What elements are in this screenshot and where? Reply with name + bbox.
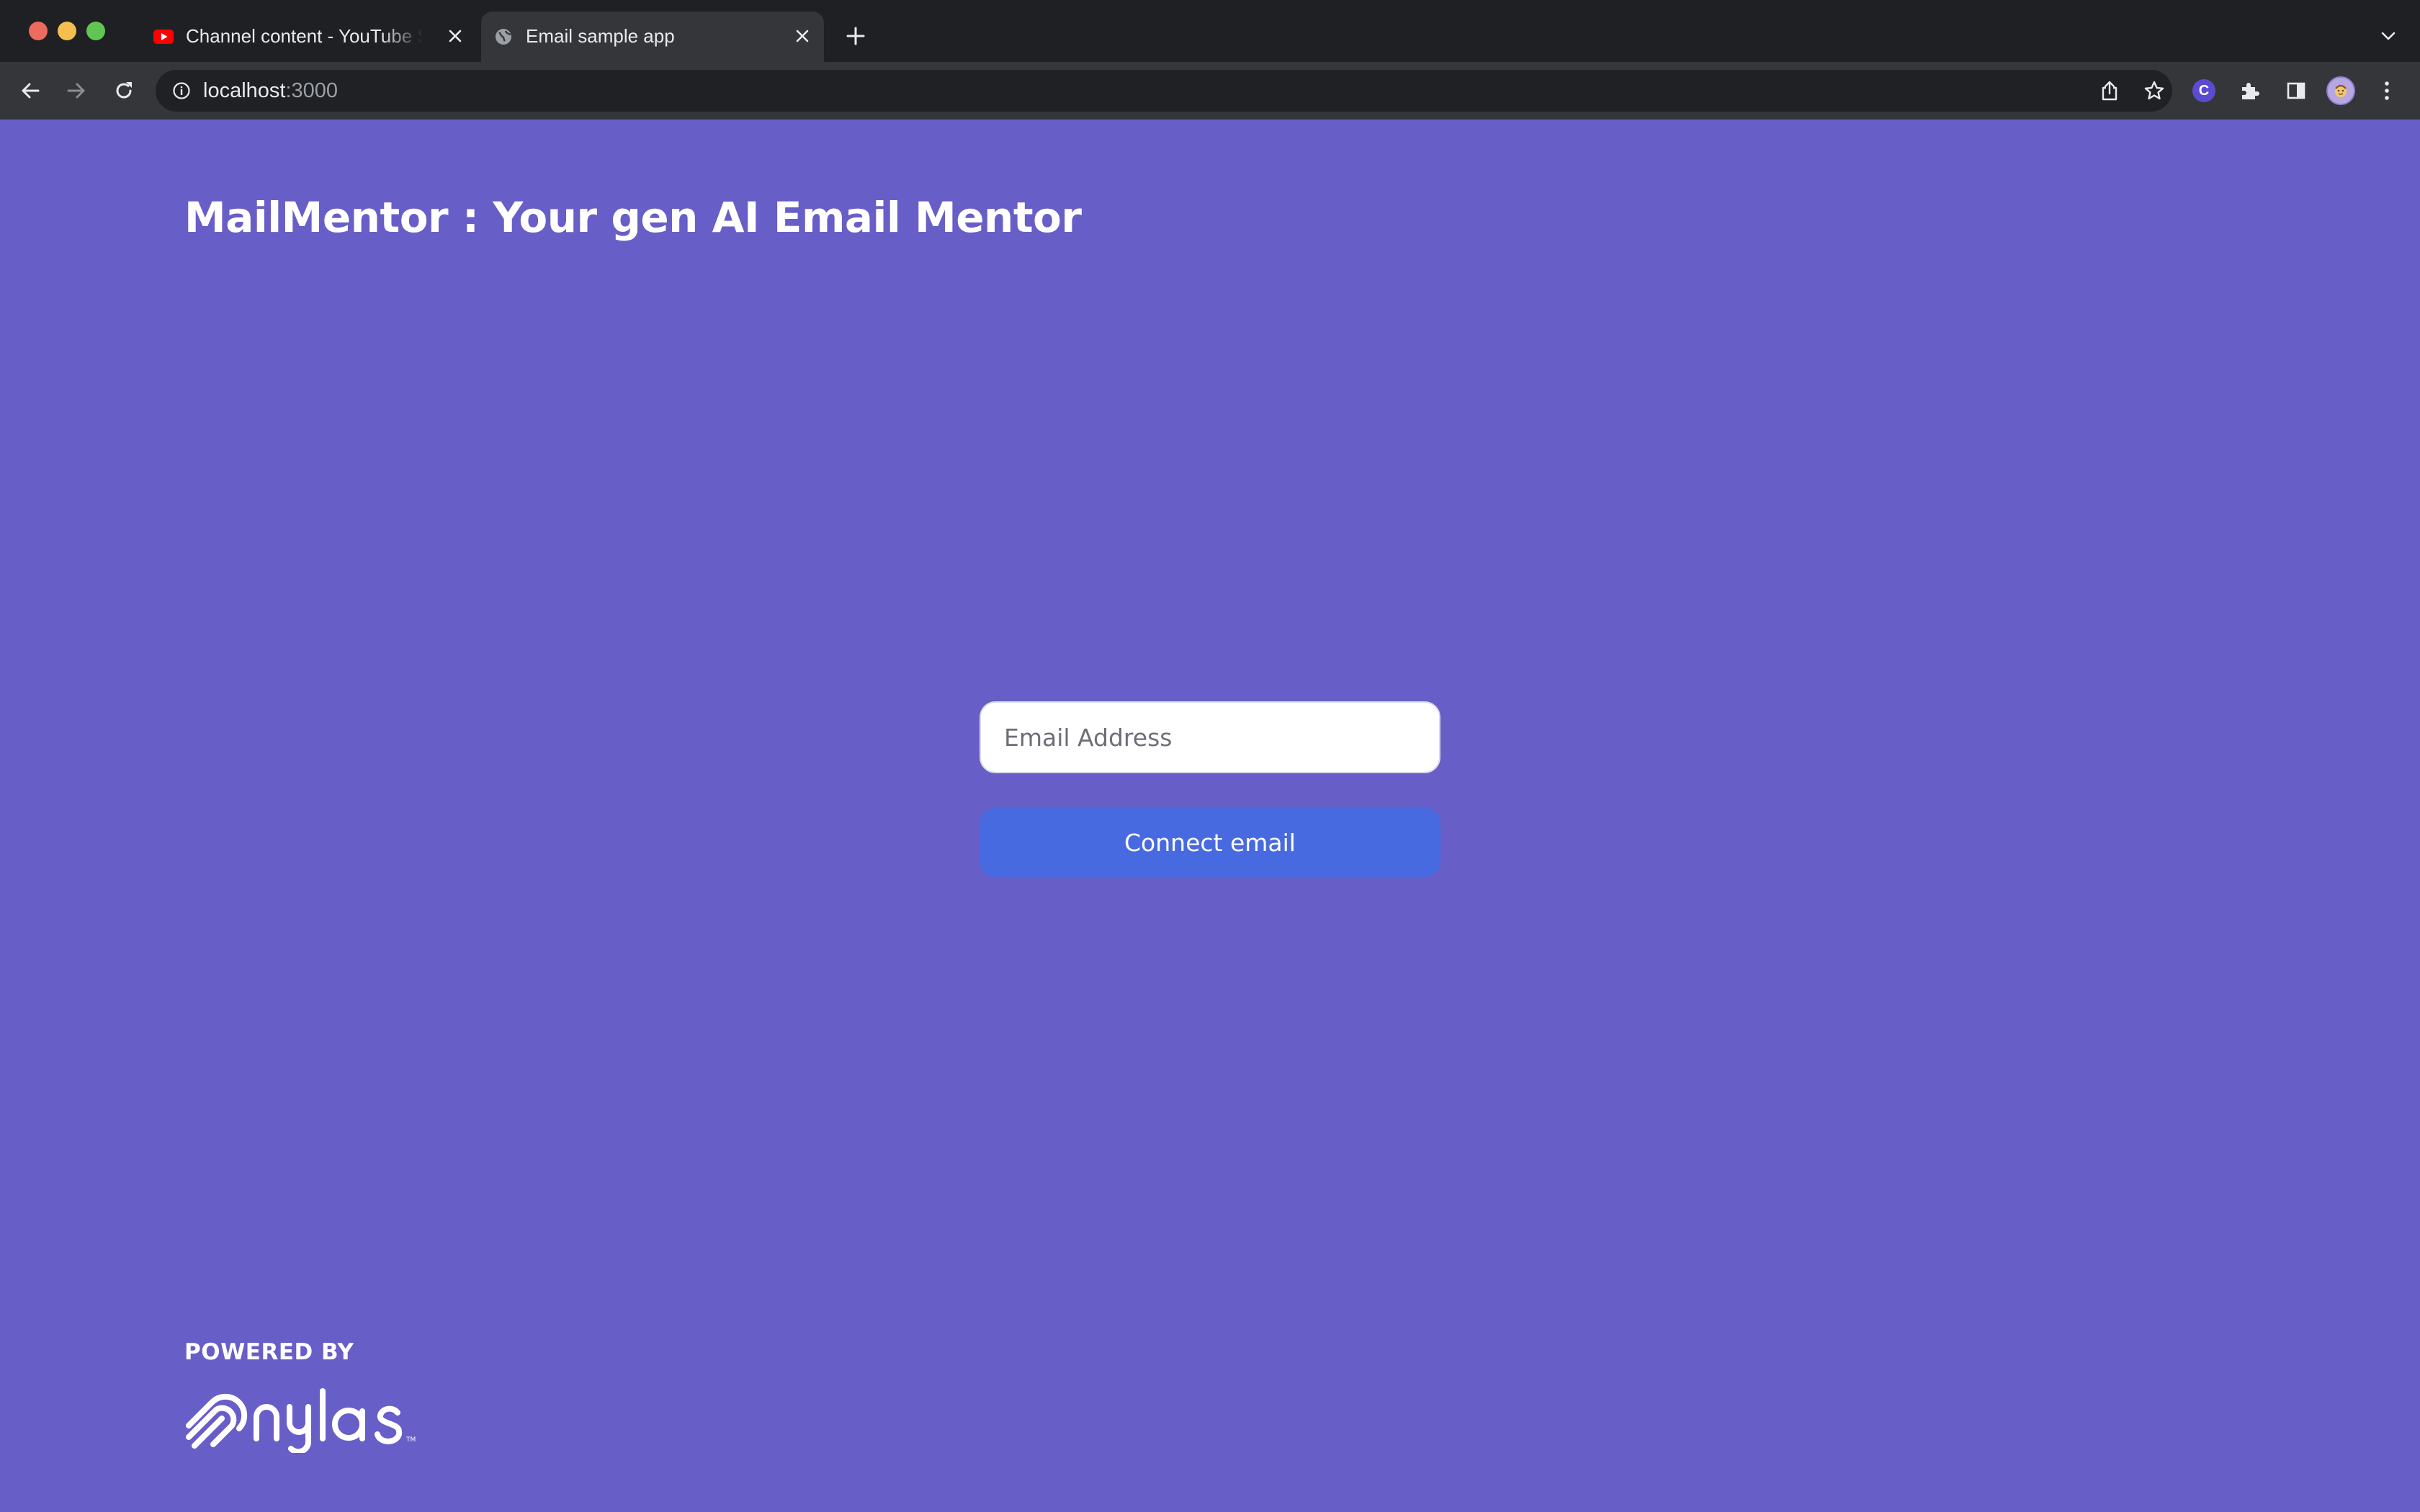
nylas-logo: TM [186, 1388, 416, 1453]
new-tab-button[interactable] [841, 22, 870, 50]
back-button[interactable] [14, 75, 46, 107]
reload-icon [116, 82, 132, 99]
chevron-down-icon [2381, 32, 2396, 40]
close-icon[interactable] [444, 24, 467, 48]
tab-email-sample-app[interactable]: Email sample app [481, 12, 824, 62]
arrow-right-icon [67, 83, 85, 99]
arrow-left-icon [22, 83, 40, 99]
window-close-button[interactable] [29, 22, 48, 40]
info-icon[interactable] [171, 81, 192, 101]
globe-icon [493, 29, 514, 45]
close-icon[interactable] [791, 24, 814, 48]
reload-button[interactable] [108, 75, 140, 107]
bookmark-star-icon[interactable] [2142, 78, 2166, 103]
extensions-button[interactable] [2234, 75, 2266, 107]
youtube-icon [153, 29, 174, 45]
address-bar[interactable]: localhost:3000 [156, 70, 2172, 112]
avatar [2326, 76, 2355, 105]
forward-button[interactable] [60, 75, 92, 107]
window-zoom-button[interactable] [86, 22, 105, 40]
page-viewport: MailMentor : Your gen AI Email Mentor Co… [0, 120, 2420, 1512]
extension-c-button[interactable]: C [2188, 75, 2220, 107]
share-icon[interactable] [2097, 78, 2122, 103]
tab-title: Email sample app [526, 25, 675, 47]
url-port: :3000 [285, 79, 339, 102]
url-text: localhost:3000 [203, 78, 338, 104]
powered-by-label: POWERED BY [184, 1339, 354, 1365]
url-host: localhost [203, 79, 286, 102]
tab-search-button[interactable] [2374, 22, 2403, 50]
more-vertical-icon [2385, 81, 2389, 100]
puzzle-icon [2242, 83, 2259, 99]
connect-email-button[interactable]: Connect email [980, 808, 1440, 877]
browser-tabstrip: Channel content - YouTube Studio Email s… [0, 0, 2420, 62]
browser-menu-button[interactable] [2371, 75, 2403, 107]
side-panel-icon [2287, 82, 2305, 99]
avatar-face-icon [2335, 84, 2347, 97]
browser-toolbar: localhost:3000 C [0, 62, 2420, 120]
side-panel-button[interactable] [2280, 75, 2312, 107]
plus-icon [846, 27, 865, 45]
window-minimize-button[interactable] [58, 22, 76, 40]
tab-youtube-studio[interactable]: Channel content - YouTube Studio [141, 12, 477, 62]
profile-button[interactable] [2325, 75, 2357, 107]
svg-text:TM: TM [405, 1436, 416, 1444]
tab-title: Channel content - YouTube Studio [186, 25, 424, 47]
page-title: MailMentor : Your gen AI Email Mentor [184, 193, 1082, 242]
email-address-input[interactable] [980, 701, 1440, 773]
extension-c-icon: C [2192, 79, 2215, 102]
